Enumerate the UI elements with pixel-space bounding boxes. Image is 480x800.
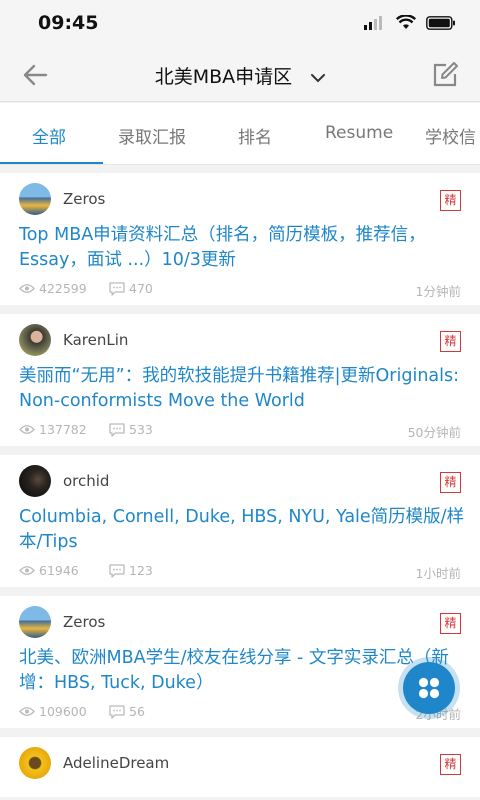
compose-icon[interactable] [430, 60, 460, 90]
eye-icon [19, 425, 35, 434]
post-time: 50分钟前 [407, 425, 461, 440]
view-count: 61946 [19, 563, 79, 578]
eye-icon [19, 284, 35, 293]
view-count-value: 61946 [39, 563, 79, 578]
post-title[interactable]: Columbia, Cornell, Duke, HBS, NYU, Yale简… [19, 505, 466, 555]
avatar[interactable] [19, 324, 51, 356]
comment-icon [109, 704, 125, 719]
nav-bar: 北美MBA申请区 [0, 48, 480, 102]
status-icons [364, 15, 456, 30]
wifi-icon [396, 15, 416, 29]
tab-admission-report[interactable]: 录取汇报 [118, 123, 186, 148]
post-time: 1分钟前 [415, 284, 461, 299]
view-count-value: 137782 [39, 422, 87, 437]
tab-all[interactable]: 全部 [32, 123, 66, 148]
post-title[interactable]: 北美、欧洲MBA学生/校友在线分享 - 文字实录汇总（新增：HBS, Tuck,… [19, 646, 466, 696]
comment-icon [109, 281, 125, 296]
forum-selector[interactable]: 北美MBA申请区 [0, 62, 480, 89]
view-count: 109600 [19, 704, 87, 719]
view-count: 422599 [19, 281, 87, 296]
tab-resume[interactable]: Resume [325, 123, 393, 143]
view-count-value: 109600 [39, 704, 87, 719]
menu-fab-button[interactable] [403, 662, 455, 714]
tab-ranking[interactable]: 排名 [238, 123, 272, 148]
featured-badge: 精 [440, 331, 461, 352]
featured-badge: 精 [440, 754, 461, 775]
comment-count: 123 [109, 563, 153, 578]
category-tabs: 全部 录取汇报 排名 Resume 学校信 [0, 103, 480, 165]
post-author[interactable]: AdelineDream [63, 754, 169, 772]
chevron-down-icon [311, 74, 326, 83]
comment-count-value: 470 [129, 281, 153, 296]
view-count-value: 422599 [39, 281, 87, 296]
avatar[interactable] [19, 183, 51, 215]
comment-count: 533 [109, 422, 153, 437]
comment-count-value: 123 [129, 563, 153, 578]
comment-count-value: 533 [129, 422, 153, 437]
view-count: 137782 [19, 422, 87, 437]
battery-icon [426, 15, 455, 30]
post-meta: 137782 533 50分钟前 [19, 422, 461, 440]
avatar[interactable] [19, 747, 51, 779]
list-item[interactable]: orchid 精 Columbia, Cornell, Duke, HBS, N… [0, 455, 480, 596]
avatar[interactable] [19, 606, 51, 638]
grid-icon [418, 677, 440, 699]
post-author[interactable]: Zeros [63, 613, 105, 631]
page-title: 北美MBA申请区 [154, 66, 293, 88]
post-meta: 61946 123 1小时前 [19, 563, 461, 581]
comment-icon [109, 422, 125, 437]
post-meta: 422599 470 1分钟前 [19, 281, 461, 299]
comment-count-value: 56 [129, 704, 145, 719]
featured-badge: 精 [440, 472, 461, 493]
avatar[interactable] [19, 465, 51, 497]
post-author[interactable]: Zeros [63, 190, 105, 208]
comment-count: 470 [109, 281, 153, 296]
status-time: 09:45 [38, 12, 99, 34]
active-tab-indicator [0, 162, 103, 164]
comment-count: 56 [109, 704, 145, 719]
post-author[interactable]: orchid [63, 472, 109, 490]
post-title[interactable]: 美丽而“无用”：我的软技能提升书籍推荐|更新Originals: Non-con… [19, 364, 466, 414]
featured-badge: 精 [440, 613, 461, 634]
featured-badge: 精 [440, 190, 461, 211]
comment-icon [109, 563, 125, 578]
signal-icon [364, 15, 382, 30]
eye-icon [19, 707, 35, 716]
list-item[interactable]: Zeros 精 Top MBA申请资料汇总（排名，简历模板，推荐信，Essay，… [0, 173, 480, 314]
post-title[interactable]: Top MBA申请资料汇总（排名，简历模板，推荐信，Essay，面试 ...）1… [19, 223, 466, 273]
post-time: 1小时前 [415, 566, 461, 581]
status-bar: 09:45 [0, 0, 480, 48]
list-item[interactable]: AdelineDream 精 [0, 737, 480, 797]
list-item[interactable]: KarenLin 精 美丽而“无用”：我的软技能提升书籍推荐|更新Origina… [0, 314, 480, 455]
tab-school-letter[interactable]: 学校信 [425, 123, 476, 148]
list-item[interactable]: Zeros 精 北美、欧洲MBA学生/校友在线分享 - 文字实录汇总（新增：HB… [0, 596, 480, 737]
post-meta: 109600 56 2小时前 [19, 704, 461, 722]
post-author[interactable]: KarenLin [63, 331, 128, 349]
eye-icon [19, 566, 35, 575]
